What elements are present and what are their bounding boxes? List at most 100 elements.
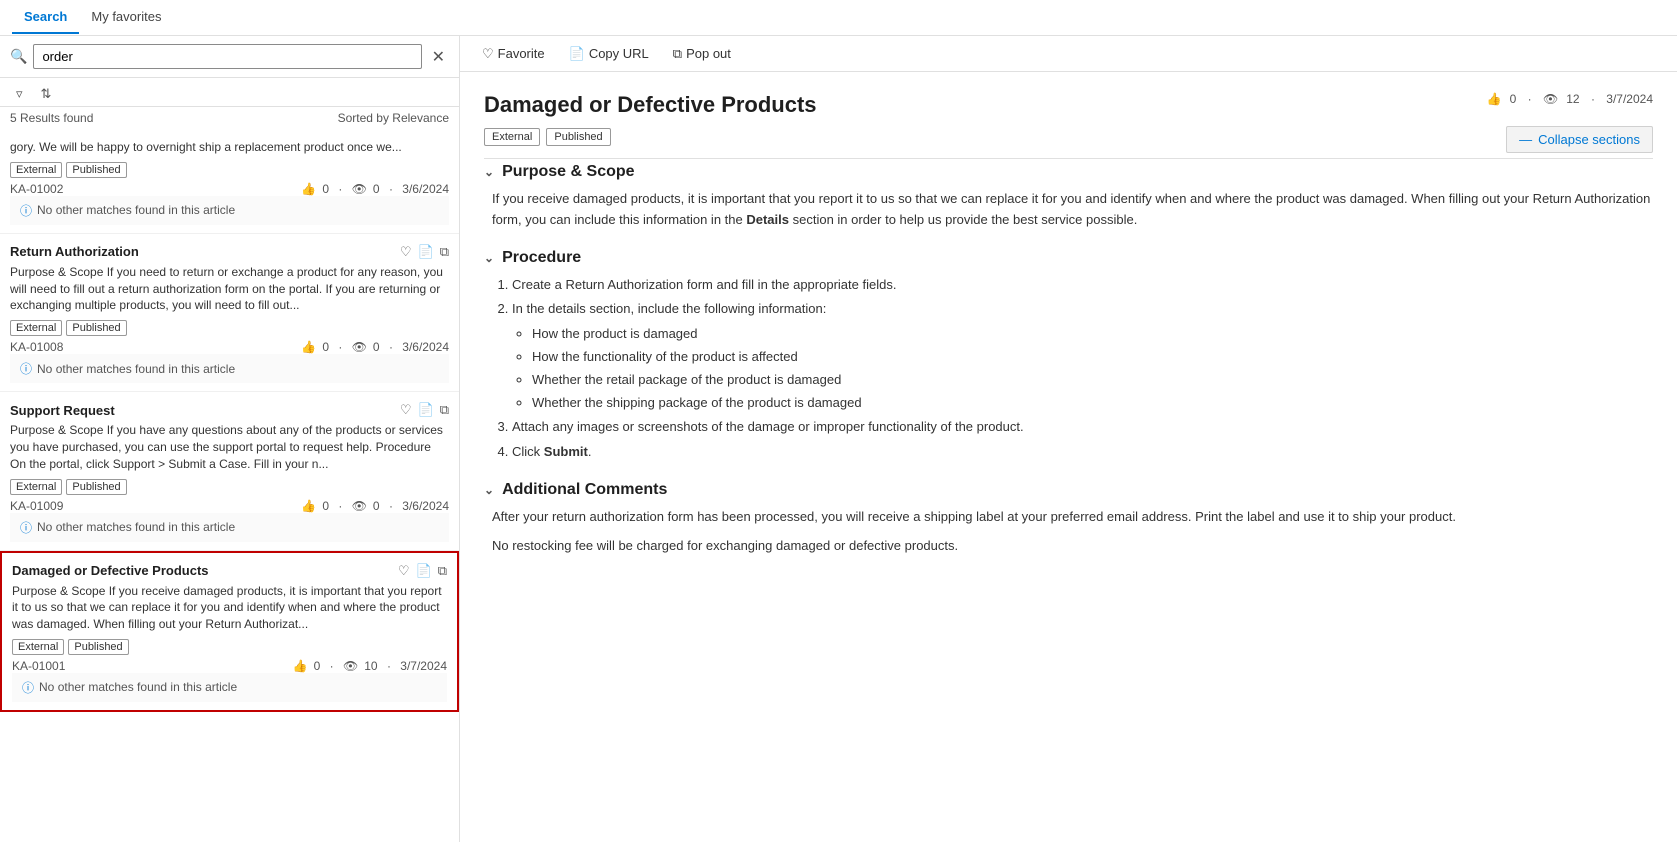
chevron-down-icon: ⌄ bbox=[484, 483, 494, 497]
tag-external: External bbox=[12, 639, 64, 655]
result-footer: KA-01008 👍 0 · 👁 0 · 3/6/2024 bbox=[10, 340, 449, 354]
view-icon: 👁 bbox=[343, 659, 358, 673]
filter-button[interactable]: ▿ bbox=[10, 82, 29, 106]
article-right-meta: 👍 0 · 👁 12 · 3/7/2024 ― Collapse section… bbox=[1487, 92, 1653, 153]
result-date: 3/6/2024 bbox=[402, 499, 449, 513]
ka-id: KA-01008 bbox=[10, 340, 63, 354]
no-match-notice: ⓘ No other matches found in this article bbox=[10, 196, 449, 225]
result-item[interactable]: gory. We will be happy to overnight ship… bbox=[0, 129, 459, 234]
like-icon: 👍 bbox=[301, 340, 316, 354]
sort-label: Sorted by Relevance bbox=[338, 111, 449, 125]
view-icon: 👁 bbox=[352, 499, 367, 513]
result-item[interactable]: Return Authorization ♡ 📄 ⧉ Purpose & Sco… bbox=[0, 234, 459, 392]
like-count: 0 bbox=[322, 182, 329, 196]
result-action-icons: ♡ 📄 ⧉ bbox=[400, 244, 449, 260]
article-title: Damaged or Defective Products bbox=[484, 92, 817, 118]
section-title-procedure: Procedure bbox=[502, 249, 581, 267]
collapse-label: Collapse sections bbox=[1538, 132, 1640, 147]
article-header-row: Damaged or Defective Products External P… bbox=[484, 92, 1653, 154]
copy-url-icon: 📄 bbox=[569, 46, 585, 62]
copy-icon[interactable]: 📄 bbox=[418, 244, 434, 260]
comments-text-1: After your return authorization form has… bbox=[492, 507, 1653, 528]
popout-label: Pop out bbox=[686, 46, 731, 61]
popout-icon[interactable]: ⧉ bbox=[440, 244, 449, 260]
like-count: 0 bbox=[314, 659, 321, 673]
result-stats: 👍 0 · 👁 0 · 3/6/2024 bbox=[301, 499, 449, 513]
result-excerpt: Purpose & Scope If you need to return or… bbox=[10, 264, 449, 314]
result-date: 3/6/2024 bbox=[402, 340, 449, 354]
result-tags: External Published bbox=[10, 162, 449, 178]
comments-text-2: No restocking fee will be charged for ex… bbox=[492, 536, 1653, 557]
procedure-step-1: Create a Return Authorization form and f… bbox=[512, 275, 1653, 296]
results-list: gory. We will be happy to overnight ship… bbox=[0, 129, 459, 842]
favorite-button[interactable]: ♡ Favorite bbox=[476, 42, 551, 66]
result-tags: External Published bbox=[10, 320, 449, 336]
like-count: 0 bbox=[322, 340, 329, 354]
result-header: Support Request ♡ 📄 ⧉ bbox=[10, 402, 449, 418]
left-panel: 🔍 ✕ ▿ ⇅ 5 Results found Sorted by Releva… bbox=[0, 36, 460, 842]
search-bar: 🔍 ✕ bbox=[0, 36, 459, 78]
result-tags: External Published bbox=[10, 479, 449, 495]
tag-published: Published bbox=[66, 162, 126, 178]
article-meta-tags: External Published bbox=[484, 128, 817, 146]
result-date: 3/6/2024 bbox=[402, 182, 449, 196]
result-footer: KA-01009 👍 0 · 👁 0 · 3/6/2024 bbox=[10, 499, 449, 513]
copy-url-label: Copy URL bbox=[589, 46, 649, 61]
sub-item-4: Whether the shipping package of the prod… bbox=[532, 393, 1653, 414]
article-date: 3/7/2024 bbox=[1606, 92, 1653, 106]
copy-url-button[interactable]: 📄 Copy URL bbox=[563, 42, 655, 66]
favorite-icon[interactable]: ♡ bbox=[400, 244, 412, 260]
copy-icon[interactable]: 📄 bbox=[416, 563, 432, 579]
tab-favorites[interactable]: My favorites bbox=[79, 1, 173, 34]
result-title: Damaged or Defective Products bbox=[12, 563, 209, 578]
no-match-notice: ⓘ No other matches found in this article bbox=[12, 673, 447, 702]
result-item-selected[interactable]: Damaged or Defective Products ♡ 📄 ⧉ Purp… bbox=[0, 551, 459, 712]
view-count: 10 bbox=[364, 659, 377, 673]
results-count: 5 Results found bbox=[10, 111, 93, 125]
result-footer: KA-01001 👍 0 · 👁 10 · 3/7/2024 bbox=[12, 659, 447, 673]
section-body-procedure: Create a Return Authorization form and f… bbox=[484, 275, 1653, 463]
sub-item-3: Whether the retail package of the produc… bbox=[532, 370, 1653, 391]
section-additional-comments: ⌄ Additional Comments After your return … bbox=[484, 481, 1653, 557]
result-title: Return Authorization bbox=[10, 244, 139, 259]
chevron-down-icon: ⌄ bbox=[484, 251, 494, 265]
like-count: 0 bbox=[322, 499, 329, 513]
popout-icon[interactable]: ⧉ bbox=[440, 402, 449, 418]
tag-published: Published bbox=[66, 479, 126, 495]
sort-button[interactable]: ⇅ bbox=[35, 82, 58, 106]
section-header-comments[interactable]: ⌄ Additional Comments bbox=[484, 481, 1653, 499]
tab-search[interactable]: Search bbox=[12, 1, 79, 34]
section-body-comments: After your return authorization form has… bbox=[484, 507, 1653, 557]
result-footer: KA-01002 👍 0 · 👁 0 · 3/6/2024 bbox=[10, 182, 449, 196]
result-header: Damaged or Defective Products ♡ 📄 ⧉ bbox=[12, 563, 447, 579]
info-icon: ⓘ bbox=[22, 679, 34, 696]
clear-search-button[interactable]: ✕ bbox=[428, 45, 449, 69]
view-count: 0 bbox=[373, 499, 380, 513]
collapse-sections-button[interactable]: ― Collapse sections bbox=[1506, 126, 1653, 153]
ka-id: KA-01009 bbox=[10, 499, 63, 513]
favorite-label: Favorite bbox=[498, 46, 545, 61]
article-divider bbox=[484, 158, 1653, 159]
tag-published: Published bbox=[66, 320, 126, 336]
main-layout: 🔍 ✕ ▿ ⇅ 5 Results found Sorted by Releva… bbox=[0, 36, 1677, 842]
tag-external: External bbox=[10, 479, 62, 495]
result-excerpt: Purpose & Scope If you have any question… bbox=[10, 422, 449, 472]
favorite-icon[interactable]: ♡ bbox=[398, 563, 410, 579]
copy-icon[interactable]: 📄 bbox=[418, 402, 434, 418]
no-match-notice: ⓘ No other matches found in this article bbox=[10, 513, 449, 542]
sub-item-2: How the functionality of the product is … bbox=[532, 347, 1653, 368]
like-icon: 👍 bbox=[301, 499, 316, 513]
section-purpose: ⌄ Purpose & Scope If you receive damaged… bbox=[484, 163, 1653, 231]
popout-icon[interactable]: ⧉ bbox=[438, 563, 447, 579]
view-count: 12 bbox=[1566, 92, 1579, 106]
result-item[interactable]: Support Request ♡ 📄 ⧉ Purpose & Scope If… bbox=[0, 392, 459, 550]
section-header-procedure[interactable]: ⌄ Procedure bbox=[484, 249, 1653, 267]
popout-button[interactable]: ⧉ Pop out bbox=[667, 42, 737, 66]
favorite-icon[interactable]: ♡ bbox=[400, 402, 412, 418]
search-input[interactable] bbox=[33, 44, 421, 69]
procedure-list: Create a Return Authorization form and f… bbox=[492, 275, 1653, 463]
result-date: 3/7/2024 bbox=[400, 659, 447, 673]
article-title-block: Damaged or Defective Products External P… bbox=[484, 92, 817, 154]
result-excerpt: gory. We will be happy to overnight ship… bbox=[10, 139, 449, 156]
section-header-purpose[interactable]: ⌄ Purpose & Scope bbox=[484, 163, 1653, 181]
